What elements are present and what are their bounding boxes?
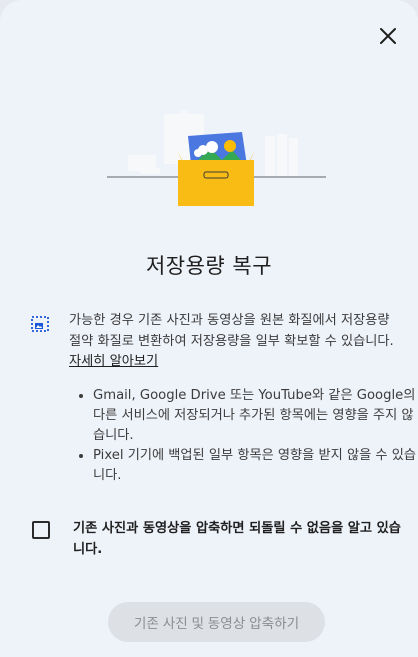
close-icon bbox=[380, 28, 396, 44]
acknowledge-label: 기존 사진과 동영상을 압축하면 되돌릴 수 없음을 알고 있습니다. bbox=[73, 521, 401, 557]
close-button[interactable] bbox=[376, 24, 400, 48]
acknowledge-checkbox[interactable] bbox=[32, 521, 50, 539]
photo-compress-icon bbox=[31, 316, 49, 332]
list-item: Pixel 기기에 백업된 일부 항목은 영향을 받지 않을 수 있습니다. bbox=[93, 446, 418, 486]
dialog-title: 저장용량 복구 bbox=[145, 254, 273, 278]
recover-storage-dialog: 저장용량 복구 가능한 경우 기존 사진과 동영상을 원본 화질에서 저장용량 … bbox=[0, 0, 418, 657]
list-item: Gmail, Google Drive 또는 YouTube와 같은 Googl… bbox=[93, 386, 418, 446]
info-text: 가능한 경우 기존 사진과 동영상을 원본 화질에서 저장용량 절약 화질로 변… bbox=[69, 313, 394, 349]
info-description: 가능한 경우 기존 사진과 동영상을 원본 화질에서 저장용량 절약 화질로 변… bbox=[69, 311, 399, 373]
storage-box-illustration bbox=[107, 110, 326, 206]
learn-more-link[interactable]: 자세히 알아보기 bbox=[69, 354, 158, 369]
notes-list: Gmail, Google Drive 또는 YouTube와 같은 Googl… bbox=[76, 386, 418, 486]
compress-button[interactable]: 기존 사진 및 동영상 압축하기 bbox=[108, 602, 325, 642]
